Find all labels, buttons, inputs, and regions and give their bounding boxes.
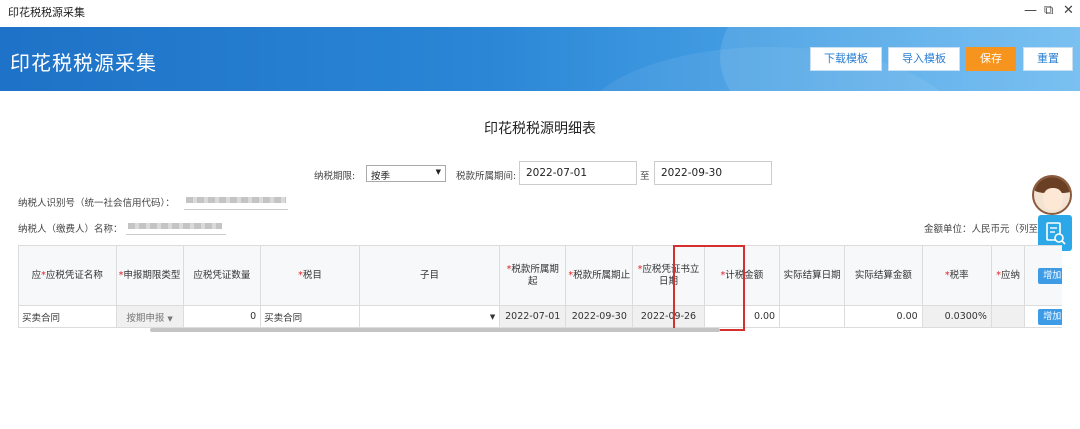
horizontal-scrollbar[interactable] xyxy=(150,328,720,332)
col-header-period-start: *税款所属期起 xyxy=(499,245,567,306)
col-header-text: *税率 xyxy=(945,270,969,281)
cell-period-start: 2022-07-01 xyxy=(499,305,567,328)
col-header-text: *税款所属期起 xyxy=(507,264,559,287)
col-header-quantity: 应税凭证数量 xyxy=(182,245,262,306)
col-header-label: 应纳 xyxy=(1001,269,1021,281)
cell-period-end: 2022-09-30 xyxy=(565,305,634,328)
period-type-value: 按期申报 xyxy=(126,312,165,324)
col-header-label: 税目 xyxy=(302,269,322,281)
col-header-settle-amount: 实际结算金额 xyxy=(844,245,923,306)
table-header-row: 应*应税凭证名称 *申报期限类型 应税凭证数量 *税目 子目 *税款所属期起 *… xyxy=(18,245,1062,306)
col-header-text: *应税凭证名称 xyxy=(41,270,103,281)
col-header-tax-amount: *计税金额 xyxy=(703,245,781,306)
field-underline xyxy=(126,234,226,235)
taxpayer-id-label: 纳税人识别号（统一社会信用代码）： xyxy=(18,198,175,209)
col-header-text: 实际结算金额 xyxy=(854,269,912,281)
period-select[interactable]: 按季 ▼ xyxy=(366,165,446,182)
cell-quantity[interactable]: 0 xyxy=(182,305,262,328)
col-header-subitem: 子目 xyxy=(358,245,501,306)
col-header-action: 增加 xyxy=(1024,245,1062,306)
app-root: 印花税税源采集 — ⧉ ✕ 印花税税源采集 下载模板 导入模板 保存 重置 印花… xyxy=(0,0,1080,429)
field-underline xyxy=(184,209,288,210)
amount-unit-label: 金额单位：人民币元（列至 xyxy=(924,224,1039,235)
tax-detail-table: 应*应税凭证名称 *申报期限类型 应税凭证数量 *税目 子目 *税款所属期起 *… xyxy=(18,245,1062,330)
col-header-text: *申报期限类型 xyxy=(119,270,181,281)
restore-icon[interactable]: ⧉ xyxy=(1044,3,1053,18)
close-icon[interactable]: ✕ xyxy=(1063,3,1074,18)
col-header-due: *应纳 xyxy=(990,245,1026,306)
col-header-label: 应税凭证名称 xyxy=(45,269,103,281)
cell-cert-name[interactable]: 买卖合同 xyxy=(18,305,117,328)
import-template-button[interactable]: 导入模板 xyxy=(888,47,960,71)
avatar-face xyxy=(1043,188,1063,210)
cell-sign-date[interactable]: 2022-09-26 xyxy=(632,305,705,328)
col-header-item: *税目 xyxy=(260,245,360,306)
col-header-label: 计税金额 xyxy=(725,269,764,281)
taxpayer-name-label: 纳税人（缴费人）名称： xyxy=(18,224,123,235)
assistant-avatar-icon[interactable] xyxy=(1032,175,1072,215)
to-label: 至 xyxy=(640,171,650,182)
col-header-text: *税款所属期止 xyxy=(568,270,630,281)
dropdown-arrow-icon: ▼ xyxy=(435,168,441,176)
col-header-text: 子目 xyxy=(419,269,439,281)
header-title: 印花税税源采集 xyxy=(10,51,157,75)
window-titlebar: 印花税税源采集 — ⧉ ✕ xyxy=(0,0,1080,27)
minimize-icon[interactable]: — xyxy=(1024,3,1037,18)
add-row-button[interactable]: 增加 xyxy=(1038,308,1062,325)
add-row-button[interactable]: 增加 xyxy=(1038,267,1062,284)
dropdown-arrow-icon: ▼ xyxy=(489,313,496,321)
cell-due xyxy=(990,305,1026,328)
redacted-taxpayer-name xyxy=(128,223,222,229)
download-template-button[interactable]: 下载模板 xyxy=(810,47,882,71)
cell-settle-amount[interactable]: 0.00 xyxy=(844,305,923,328)
col-header-period-type: *申报期限类型 xyxy=(115,245,184,306)
col-header-text: *应税凭证书立日期 xyxy=(638,264,700,287)
col-header-settle-date: 实际结算日期 xyxy=(779,245,846,306)
cell-subitem[interactable]: ▼ xyxy=(358,305,501,328)
col-header-label: 税率 xyxy=(949,269,969,281)
col-header-text: 实际结算日期 xyxy=(783,269,841,281)
col-header-cert-name: 应*应税凭证名称 xyxy=(18,245,117,306)
table-row: 买卖合同 按期申报 ▼ 0 买卖合同 ▼ 2022-07-01 2022-09-… xyxy=(18,305,1062,328)
col-header-sign-date: *应税凭证书立日期 xyxy=(632,245,705,306)
col-header-label: 应税凭证书立日期 xyxy=(642,263,700,287)
window-title: 印花税税源采集 xyxy=(8,6,85,19)
col-header-label: 税款所属期止 xyxy=(573,269,631,281)
col-header-period-end: *税款所属期止 xyxy=(565,245,634,306)
period-select-value: 按季 xyxy=(371,171,391,182)
cell-settle-date[interactable] xyxy=(779,305,846,328)
save-button[interactable]: 保存 xyxy=(966,47,1016,71)
col-header-label: 申报期限类型 xyxy=(123,269,181,281)
col-header-label: 税款所属期起 xyxy=(511,263,559,287)
cell-tax-amount[interactable]: 0.00 xyxy=(703,305,781,328)
cell-item[interactable]: 买卖合同 xyxy=(260,305,360,328)
col-header-text: *计税金额 xyxy=(720,270,763,281)
col-header-text: 应税凭证数量 xyxy=(193,269,251,281)
cell-rate: 0.0300% xyxy=(921,305,992,328)
period-label: 纳税期限: xyxy=(314,171,356,182)
col-header-rate: *税率 xyxy=(921,245,992,306)
dropdown-arrow-icon: ▼ xyxy=(167,314,173,323)
start-date-input[interactable]: 2022-07-01 xyxy=(519,161,637,185)
col-header-text: *应纳 xyxy=(996,270,1020,281)
cell-period-type[interactable]: 按期申报 ▼ xyxy=(115,305,184,328)
cell-action: 增加 xyxy=(1024,305,1062,328)
redacted-taxpayer-id xyxy=(186,197,286,203)
page-title: 印花税税源明细表 xyxy=(484,121,596,137)
col-header-text: *税目 xyxy=(298,270,322,281)
end-date-input[interactable]: 2022-09-30 xyxy=(654,161,772,185)
belong-period-label: 税款所属期间: xyxy=(456,171,517,182)
reset-button[interactable]: 重置 xyxy=(1023,47,1073,71)
